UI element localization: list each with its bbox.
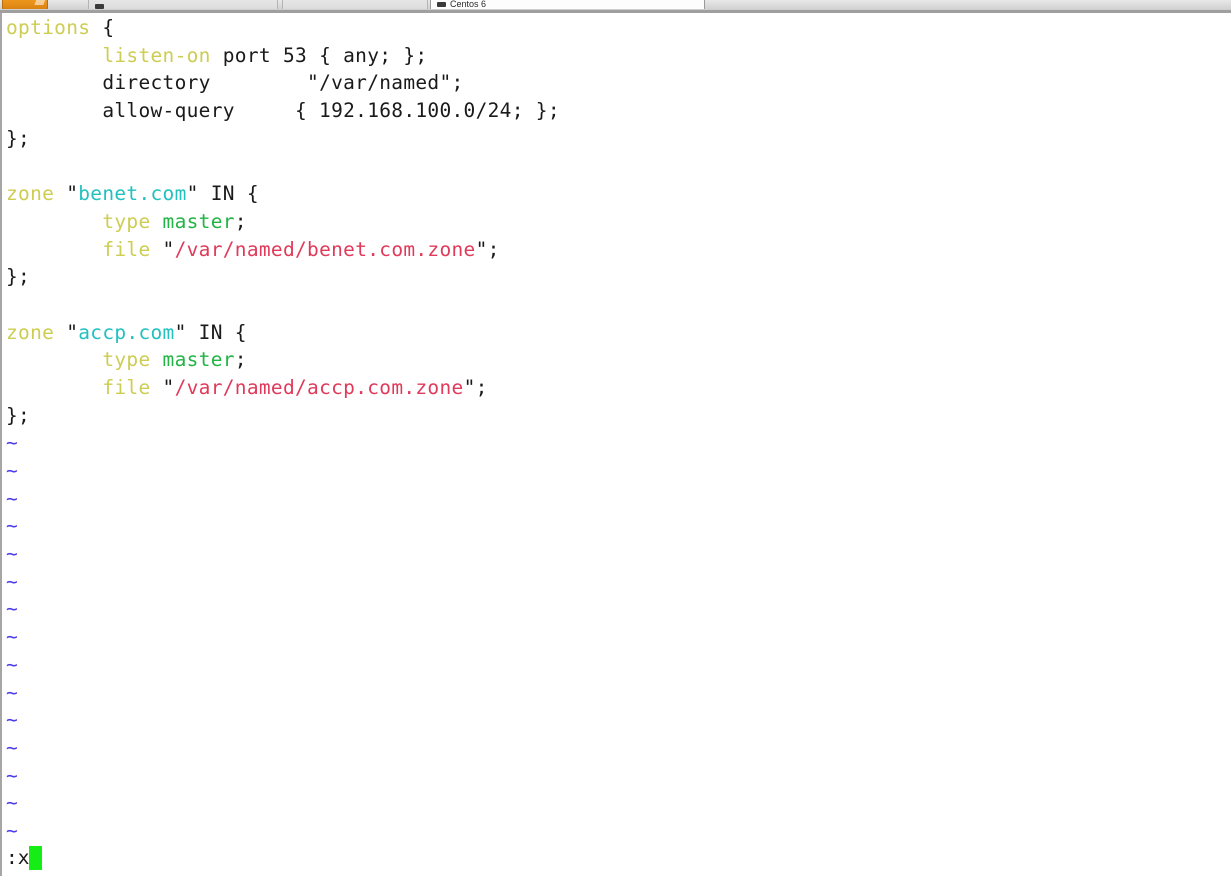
empty-line-marker: ~ [6,431,19,455]
code-line: }; [6,402,1231,430]
code-token-kw: options [6,16,91,39]
code-token-plain: }; [6,126,31,150]
empty-line-marker: ~ [6,459,19,482]
terminal-tab-1[interactable] [88,0,278,9]
code-token-kw: zone [6,320,55,344]
empty-line-marker: ~ [6,569,19,593]
code-token-ident: master [162,348,235,372]
code-token-kw: file [102,375,151,399]
vim-editor[interactable]: options { listen-on port 53 { any; }; di… [0,13,1231,876]
empty-line-marker: ~ [6,542,19,566]
empty-line-marker: ~ [6,625,19,649]
code-token-plain: { [90,16,115,39]
empty-line-marker: ~ [6,735,19,759]
code-token-kw: zone [6,182,55,206]
tab-3-label: Centos 6 [450,0,487,9]
empty-line-marker: ~ [6,708,19,732]
empty-line-marker: ~ [6,680,19,704]
code-token-plain: "/var/named"; [210,71,464,95]
code-token-ident: master [162,209,235,233]
code-token-kw: type [102,348,151,372]
command-line-text: :x [6,846,30,870]
empty-line-marker: ~ [6,818,19,842]
code-line: zone "benet.com" IN { [6,180,1231,208]
empty-line-marker: ~ [6,763,19,787]
code-line: }; [6,125,1231,153]
code-token-kw: type [102,209,151,233]
code-token-kw: file [102,237,151,261]
vim-command-line[interactable]: :x [6,844,43,872]
code-token-plain: " [150,237,175,261]
empty-line-marker: ~ [6,514,19,538]
code-token-plain: " [54,182,79,206]
empty-line-marker: ~ [6,486,19,510]
terminal-tab-2[interactable] [282,0,428,9]
code-line: file "/var/named/accp.com.zone"; [6,374,1231,402]
code-token-path: /var/named/benet.com.zone [174,237,476,261]
code-token-plain: " [54,320,79,344]
code-line: allow-query { 192.168.100.0/24; }; [6,97,1231,125]
code-line: type master; [6,346,1231,374]
window-tab-bar: Centos 6 [0,0,1231,13]
code-line: listen-on port 53 { any; }; [6,42,1231,70]
code-token-plain: "; [463,375,488,399]
code-token-plain: }; [6,265,31,289]
code-token-plain: "; [475,237,500,261]
code-token-plain: { 192.168.100.0/24; }; [234,99,560,123]
code-token-str: benet.com [78,182,187,206]
terminal-tab-centos[interactable]: Centos 6 [430,0,705,9]
code-token-plain: ; [234,348,247,372]
empty-line-marker: ~ [6,652,19,676]
editor-buffer[interactable]: options { listen-on port 53 { any; }; di… [6,14,1231,845]
code-token-plain: ; [234,209,247,233]
terminal-glyph-icon [437,1,446,7]
empty-line-marker: ~ [6,597,19,621]
code-line: directory "/var/named"; [6,69,1231,97]
code-token-plain: " IN { [174,320,247,344]
code-token-plain: directory [102,71,211,95]
code-line: file "/var/named/benet.com.zone"; [6,236,1231,264]
code-token-str: accp.com [78,320,175,344]
code-line: options { [6,14,1231,42]
code-token-kw: listen-on [102,43,211,67]
code-token-plain: port 53 { any; }; [210,43,428,67]
code-token-plain: " IN { [186,182,259,206]
code-token-plain: }; [6,403,31,427]
code-line: }; [6,263,1231,291]
code-line: type master; [6,208,1231,236]
code-token-plain: " [150,375,175,399]
code-token-plain: allow-query [102,99,235,123]
code-line: zone "accp.com" IN { [6,319,1231,347]
text-cursor [29,846,43,871]
empty-line-marker: ~ [6,791,19,815]
code-token-path: /var/named/accp.com.zone [174,375,464,399]
